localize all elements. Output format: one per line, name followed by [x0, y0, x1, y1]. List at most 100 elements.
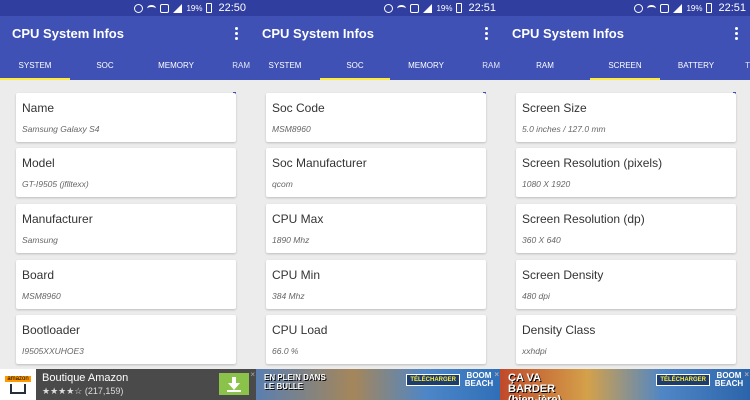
- ad-rating: ★★★★☆ (217,159): [42, 386, 123, 397]
- ad-title: Boutique Amazon: [42, 372, 129, 384]
- info-label: Soc Manufacturer: [272, 156, 367, 170]
- alarm-icon: [384, 3, 394, 13]
- ad-headline: ÇA VA BARDER (bien-ière): [508, 372, 562, 400]
- wifi-icon: [397, 4, 407, 12]
- tab-memory[interactable]: MEMORY: [140, 50, 212, 80]
- info-list[interactable]: Screen Size 5.0 inches / 127.0 mm Screen…: [500, 80, 750, 369]
- game-ad-banner[interactable]: EN PLEIN DANS LE BULLE TÉLÉCHARGER BOOM …: [256, 369, 500, 400]
- alarm-icon: [134, 3, 144, 13]
- info-label: Density Class: [522, 323, 596, 337]
- ad-banner-bar: amazon Boutique Amazon ★★★★☆ (217,159) ×…: [0, 369, 750, 400]
- ad-close-icon[interactable]: ×: [494, 370, 499, 379]
- info-label: Manufacturer: [22, 212, 93, 226]
- tab-bar: SYSTEM SOC MEMORY RAM: [250, 50, 500, 80]
- battery-icon: [206, 3, 213, 13]
- info-label: Bootloader: [22, 323, 81, 337]
- ad-close-icon[interactable]: ×: [250, 370, 255, 379]
- info-list[interactable]: Name Samsung Galaxy S4 Model GT-I9505 (j…: [0, 80, 250, 369]
- amazon-ad[interactable]: amazon Boutique Amazon ★★★★☆ (217,159) ×: [0, 369, 256, 400]
- status-clock: 22:50: [218, 2, 246, 14]
- amazon-logo-text: amazon: [5, 375, 31, 382]
- overflow-menu-icon[interactable]: [730, 23, 742, 43]
- info-value: I9505XXUHOE3: [22, 346, 84, 356]
- info-label: Screen Density: [522, 268, 604, 282]
- tab-thermal[interactable]: T: [732, 50, 750, 80]
- tab-screen[interactable]: SCREEN: [590, 50, 660, 80]
- info-label: Soc Code: [272, 101, 325, 115]
- download-button[interactable]: [219, 373, 249, 395]
- download-base-icon: [227, 390, 241, 392]
- status-clock: 22:51: [468, 2, 496, 14]
- status-bar: 19% 22:50: [0, 0, 250, 16]
- tab-soc[interactable]: SOC: [320, 50, 390, 80]
- mute-icon: [660, 3, 670, 13]
- app-title: CPU System Infos: [12, 25, 124, 41]
- ad-close-icon[interactable]: ×: [744, 370, 749, 379]
- battery-icon: [456, 3, 463, 13]
- info-list[interactable]: Soc Code MSM8960 Soc Manufacturer qcom C…: [250, 80, 500, 369]
- info-card: Screen Density 480 dpi: [516, 260, 736, 309]
- info-label: Screen Size: [522, 101, 587, 115]
- info-card: Manufacturer Samsung: [16, 204, 236, 253]
- app-bar: CPU System Infos: [250, 16, 500, 50]
- mute-icon: [410, 3, 420, 13]
- screen-system: 19% 22:50 CPU System Infos SYSTEM SOC ME…: [0, 0, 250, 369]
- tab-ram[interactable]: RAM: [212, 50, 250, 80]
- amazon-logo-icon: amazon: [0, 369, 36, 400]
- ad-download-badge: TÉLÉCHARGER: [406, 374, 460, 386]
- overflow-menu-icon[interactable]: [230, 23, 242, 43]
- battery-percent: 19%: [686, 3, 703, 13]
- info-card: Bootloader I9505XXUHOE3: [16, 315, 236, 364]
- info-label: Name: [22, 101, 55, 115]
- signal-icon: [423, 3, 433, 13]
- info-value: 384 Mhz: [272, 291, 305, 301]
- battery-percent: 19%: [186, 3, 203, 13]
- battery-icon: [706, 3, 713, 13]
- wifi-icon: [147, 4, 157, 12]
- game-logo: BOOM BEACH: [714, 371, 744, 388]
- info-card: CPU Load 66.0 %: [266, 315, 486, 364]
- status-clock: 22:51: [718, 2, 746, 14]
- ad-download-badge: TÉLÉCHARGER: [656, 374, 710, 386]
- info-label: CPU Min: [272, 268, 321, 282]
- info-value: Samsung Galaxy S4: [22, 124, 100, 134]
- tab-battery[interactable]: BATTERY: [660, 50, 732, 80]
- info-label: Screen Resolution (pixels): [522, 156, 663, 170]
- tab-ram[interactable]: RAM: [500, 50, 590, 80]
- overflow-menu-icon[interactable]: [480, 23, 492, 43]
- info-card: Name Samsung Galaxy S4: [16, 93, 236, 142]
- info-card: Soc Manufacturer qcom: [266, 148, 486, 197]
- info-card: Screen Resolution (dp) 360 X 640: [516, 204, 736, 253]
- info-card: Screen Size 5.0 inches / 127.0 mm: [516, 93, 736, 142]
- info-card: Model GT-I9505 (jflltexx): [16, 148, 236, 197]
- info-label: CPU Max: [272, 212, 324, 226]
- tab-system[interactable]: SYSTEM: [0, 50, 70, 80]
- rating-count: (217,159): [84, 386, 124, 396]
- game-ad-banner[interactable]: ÇA VA BARDER (bien-ière) TÉLÉCHARGER BOO…: [500, 369, 750, 400]
- info-value: xxhdpi: [522, 346, 547, 356]
- info-label: Model: [22, 156, 55, 170]
- tab-ram[interactable]: RAM: [462, 50, 500, 80]
- info-label: Board: [22, 268, 55, 282]
- wifi-icon: [647, 4, 657, 12]
- alarm-icon: [634, 3, 644, 13]
- tab-system[interactable]: SYSTEM: [250, 50, 320, 80]
- info-value: 5.0 inches / 127.0 mm: [522, 124, 606, 134]
- app-bar: CPU System Infos: [0, 16, 250, 50]
- info-card: CPU Min 384 Mhz: [266, 260, 486, 309]
- mute-icon: [160, 3, 170, 13]
- app-bar: CPU System Infos: [500, 16, 750, 50]
- tab-bar: RAM SCREEN BATTERY T: [500, 50, 750, 80]
- info-card: Soc Code MSM8960: [266, 93, 486, 142]
- status-bar: 19% 22:51: [250, 0, 500, 16]
- screen-soc: 19% 22:51 CPU System Infos SYSTEM SOC ME…: [250, 0, 500, 369]
- tab-soc[interactable]: SOC: [70, 50, 140, 80]
- info-value: MSM8960: [272, 124, 311, 134]
- info-value: 66.0 %: [272, 346, 299, 356]
- tab-memory[interactable]: MEMORY: [390, 50, 462, 80]
- info-value: qcom: [272, 179, 293, 189]
- info-card: CPU Max 1890 Mhz: [266, 204, 486, 253]
- rating-stars: ★★★★☆: [42, 386, 83, 396]
- battery-percent: 19%: [436, 3, 453, 13]
- cart-icon: [10, 383, 26, 394]
